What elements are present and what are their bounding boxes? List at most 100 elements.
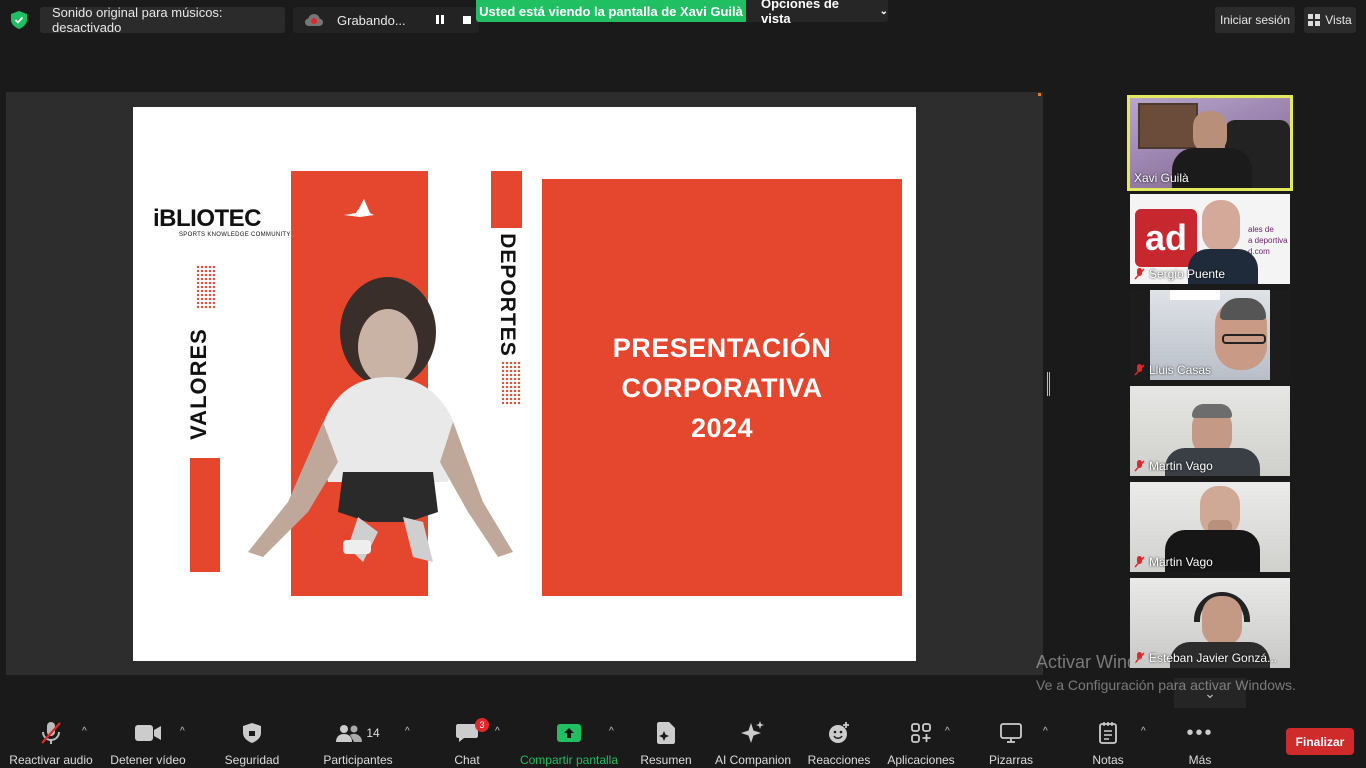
security-button[interactable]: Seguridad xyxy=(222,712,282,768)
stop-recording-button[interactable] xyxy=(463,16,471,24)
red-accent-block xyxy=(190,458,220,572)
share-screen-icon xyxy=(557,724,581,742)
whiteboards-button[interactable]: Pizarras xyxy=(985,712,1037,768)
whiteboards-caret-icon[interactable]: ^ xyxy=(1043,726,1048,737)
notes-label: Notas xyxy=(1092,753,1124,767)
end-meeting-label: Finalizar xyxy=(1295,734,1345,749)
stop-video-button[interactable]: Detener vídeo xyxy=(108,712,188,768)
slide-title: PRESENTACIÓN CORPORATIVA 2024 xyxy=(612,332,832,443)
participant-face xyxy=(1202,200,1240,252)
unmute-audio-button[interactable]: Reactivar audio xyxy=(8,712,94,768)
original-sound-button[interactable]: Sonido original para músicos: desactivad… xyxy=(40,5,285,35)
shield-icon xyxy=(243,723,261,743)
view-options-button[interactable]: Opciones de vista ⌄ xyxy=(746,0,888,26)
share-screen-button[interactable]: Compartir pantalla xyxy=(518,712,620,768)
sparkle-icon xyxy=(741,721,764,743)
chat-button[interactable]: 3 Chat xyxy=(446,712,489,768)
participant-face xyxy=(1193,111,1227,153)
share-indicator-dot xyxy=(1038,93,1041,96)
participant-tile[interactable]: Martin Vago xyxy=(1130,386,1290,476)
participant-name: Lluis Casas xyxy=(1134,363,1211,377)
resize-handle[interactable] xyxy=(1047,372,1050,396)
shield-check-icon[interactable] xyxy=(11,11,27,29)
unmute-audio-label: Reactivar audio xyxy=(9,753,93,767)
video-options-caret-icon[interactable]: ^ xyxy=(180,726,185,737)
cloud-record-icon xyxy=(305,14,323,26)
slide-word-valores: VALORES xyxy=(186,328,211,440)
windows-activation-subtitle: Ve a Configuración para activar Windows. xyxy=(1036,677,1296,693)
participant-name: Sergio Puente xyxy=(1134,267,1225,281)
original-sound-label: Sonido original para músicos: desactivad… xyxy=(52,5,223,35)
slide-logo: iBLIOTEC xyxy=(153,205,262,233)
title-panel: PRESENTACIÓN CORPORATIVA 2024 xyxy=(542,179,902,596)
ad-logo-image: ad xyxy=(1135,209,1197,267)
audio-options-caret-icon[interactable]: ^ xyxy=(82,726,87,737)
top-bar: Sonido original para músicos: desactivad… xyxy=(0,0,1366,40)
book-logo-icon xyxy=(344,199,374,217)
slide-word-deportes: DEPORTES xyxy=(496,233,519,357)
windows-activation-title: Activar Windows xyxy=(1036,652,1170,672)
red-accent-block-top xyxy=(491,171,522,228)
glasses xyxy=(1222,334,1266,344)
smiley-icon xyxy=(829,722,849,743)
share-screen-label: Compartir pantalla xyxy=(519,753,619,767)
view-button[interactable]: Vista xyxy=(1304,7,1356,33)
notes-button[interactable]: Notas xyxy=(1086,712,1130,768)
chat-caret-icon[interactable]: ^ xyxy=(495,726,500,737)
sign-in-label: Iniciar sesión xyxy=(1219,13,1291,27)
dot-pattern xyxy=(501,361,521,405)
more-button[interactable]: ••• Más xyxy=(1180,712,1220,768)
grid-view-icon xyxy=(1308,14,1321,26)
participant-hair xyxy=(1220,298,1266,320)
end-meeting-button[interactable]: Finalizar xyxy=(1286,728,1354,755)
mic-muted-icon xyxy=(1134,556,1145,568)
apps-label: Aplicaciones xyxy=(887,753,955,767)
sign-in-button[interactable]: Iniciar sesión xyxy=(1215,7,1295,33)
ai-companion-button[interactable]: AI Companion xyxy=(712,712,794,768)
summary-button[interactable]: Resumen xyxy=(638,712,694,768)
video-camera-icon xyxy=(135,725,161,741)
mic-muted-icon xyxy=(1134,364,1145,376)
participant-name: Xavi Guilà xyxy=(1134,171,1189,185)
background-logo xyxy=(1170,290,1220,300)
view-options-label: Opciones de vista xyxy=(761,0,840,26)
notes-icon xyxy=(1099,722,1117,744)
participants-caret-icon[interactable]: ^ xyxy=(405,726,410,737)
summary-label: Resumen xyxy=(640,753,692,767)
participants-button[interactable]: 14 Participantes xyxy=(318,712,398,768)
recording-label: Grabando... xyxy=(337,12,406,28)
chat-unread-badge: 3 xyxy=(475,718,489,732)
participant-tile[interactable]: Martin Vago xyxy=(1130,482,1290,572)
apps-icon xyxy=(911,723,931,743)
participant-hair xyxy=(1192,404,1232,418)
more-label: Más xyxy=(1188,753,1212,767)
participant-tile[interactable]: ad ales de a deportiva d.com Sergio Puente xyxy=(1130,194,1290,284)
notes-caret-icon[interactable]: ^ xyxy=(1141,726,1146,737)
apps-button[interactable]: Aplicaciones xyxy=(885,712,957,768)
participant-face xyxy=(1202,596,1242,646)
reactions-button[interactable]: Reacciones xyxy=(808,712,870,768)
share-caret-icon[interactable]: ^ xyxy=(609,726,614,737)
summary-document-icon xyxy=(657,722,675,744)
chat-label: Chat xyxy=(454,753,480,767)
view-label: Vista xyxy=(1325,13,1352,27)
presentation-slide: iBLIOTEC SPORTS KNOWLEDGE COMMUNITY VALO… xyxy=(133,107,916,661)
participant-tile[interactable]: Lluis Casas xyxy=(1130,290,1290,380)
participants-label: Participantes xyxy=(323,753,393,767)
participants-count: 14 xyxy=(366,726,380,740)
mic-muted-icon xyxy=(1134,460,1145,472)
whiteboard-icon xyxy=(1000,723,1022,743)
background-picture xyxy=(1138,103,1198,149)
ai-companion-label: AI Companion xyxy=(714,753,792,767)
reactions-label: Reacciones xyxy=(807,753,871,767)
recording-indicator: Grabando... xyxy=(293,7,479,33)
mic-muted-icon xyxy=(1134,268,1145,280)
more-dots-icon: ••• xyxy=(1186,721,1214,744)
apps-caret-icon[interactable]: ^ xyxy=(945,726,950,737)
athlete-image xyxy=(248,277,513,562)
participant-tile[interactable]: Xavi Guilà xyxy=(1127,95,1293,191)
mic-muted-icon xyxy=(41,722,61,744)
viewing-screen-label: Usted está viendo la pantalla de Xavi Gu… xyxy=(479,3,743,19)
slide-logo-text: iBLIOTEC xyxy=(153,205,262,232)
pause-recording-button[interactable] xyxy=(436,15,446,25)
